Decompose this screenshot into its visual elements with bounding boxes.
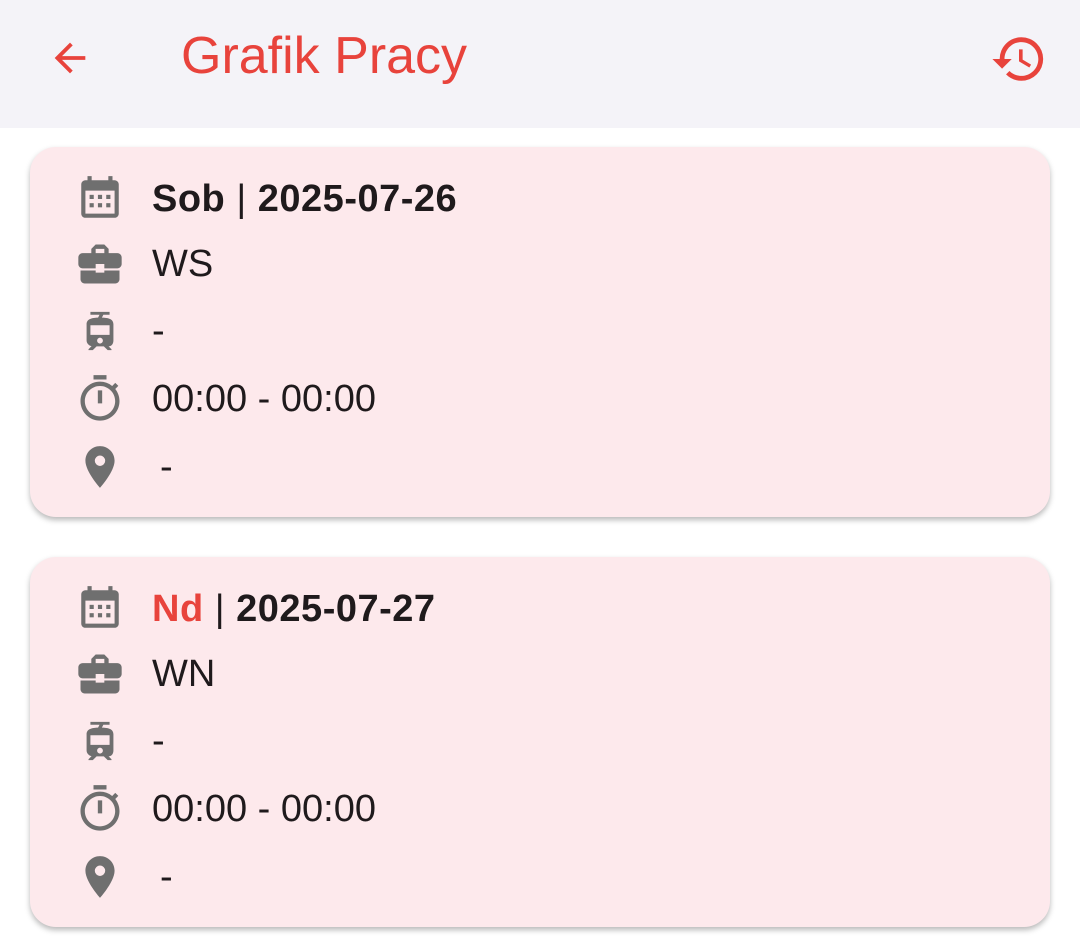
arrow-left-icon bbox=[54, 42, 86, 74]
history-button[interactable] bbox=[986, 26, 1052, 92]
tram-icon bbox=[86, 311, 114, 351]
work-code-row: WN bbox=[30, 644, 1050, 704]
back-button[interactable] bbox=[38, 26, 102, 90]
history-icon bbox=[992, 37, 1044, 81]
calendar-icon bbox=[81, 176, 119, 218]
page-title: Grafik Pracy bbox=[181, 27, 468, 85]
schedule-card[interactable]: Sob | 2025-07-26 WS - 00:00 - 00:00 - bbox=[30, 147, 1050, 517]
day-label: Sob bbox=[152, 178, 226, 220]
location-row: - bbox=[30, 437, 1050, 497]
date-value: 2025-07-26 bbox=[257, 178, 458, 220]
location-row: - bbox=[30, 847, 1050, 907]
train-value: - bbox=[152, 720, 165, 762]
date-separator: | bbox=[214, 588, 226, 630]
location-pin-icon bbox=[85, 856, 115, 898]
date-row: Nd | 2025-07-27 bbox=[30, 579, 1050, 639]
train-row: - bbox=[30, 711, 1050, 771]
tram-icon bbox=[86, 721, 114, 761]
briefcase-icon bbox=[78, 654, 122, 694]
timer-icon bbox=[80, 375, 120, 421]
briefcase-icon bbox=[78, 244, 122, 284]
location-pin-icon bbox=[85, 446, 115, 488]
work-code-row: WS bbox=[30, 234, 1050, 294]
timer-icon bbox=[80, 785, 120, 831]
date-separator: | bbox=[236, 178, 247, 220]
app-bar: Grafik Pracy bbox=[0, 0, 1080, 128]
hours-value: 00:00 - 00:00 bbox=[152, 788, 376, 830]
work-code: WS bbox=[152, 243, 214, 285]
date-row: Sob | 2025-07-26 bbox=[30, 169, 1050, 229]
train-value: - bbox=[152, 310, 165, 352]
location-value: - bbox=[160, 446, 173, 488]
work-code: WN bbox=[152, 653, 216, 695]
location-value: - bbox=[160, 856, 173, 898]
schedule-card[interactable]: Nd | 2025-07-27 WN - 00:00 - 00:00 - bbox=[30, 557, 1050, 927]
hours-row: 00:00 - 00:00 bbox=[30, 779, 1050, 839]
calendar-icon bbox=[81, 586, 119, 628]
date-value: 2025-07-27 bbox=[236, 588, 436, 630]
day-label: Nd bbox=[152, 588, 204, 630]
train-row: - bbox=[30, 301, 1050, 361]
hours-row: 00:00 - 00:00 bbox=[30, 369, 1050, 429]
hours-value: 00:00 - 00:00 bbox=[152, 378, 376, 420]
